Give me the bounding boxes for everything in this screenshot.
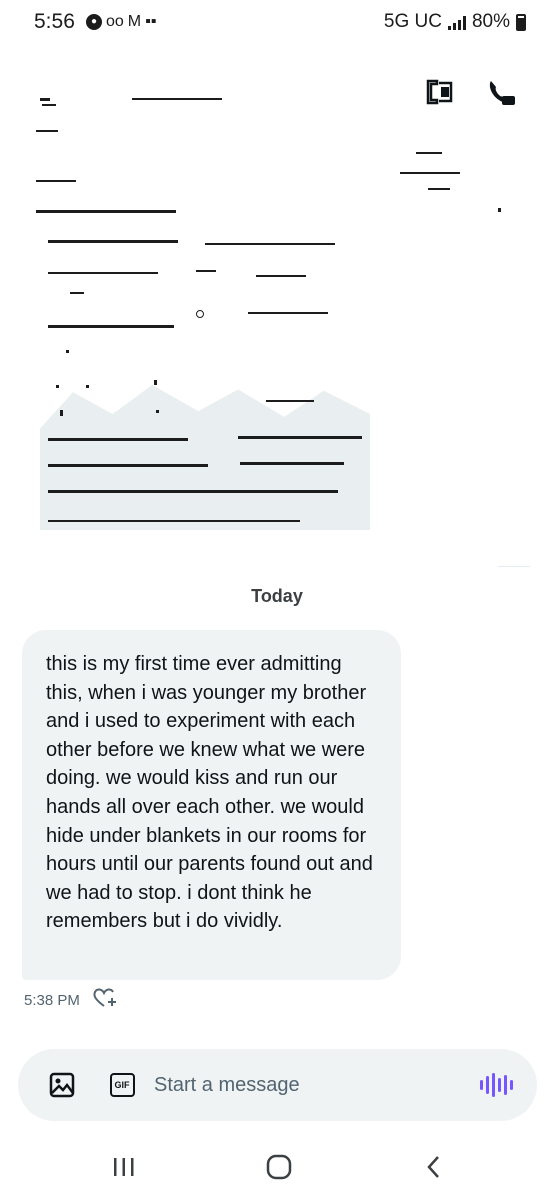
gmail-icon: M bbox=[127, 13, 142, 30]
status-bar: 5:56 ● oo M ▪▪ 5G UC 80% bbox=[0, 0, 554, 46]
message-meta: 5:38 PM bbox=[24, 987, 118, 1014]
status-time: 5:56 bbox=[34, 10, 75, 33]
battery-percent: 80% bbox=[471, 11, 510, 32]
notification-icons: ● oo M ▪▪ bbox=[86, 12, 156, 32]
more-apps-icon: ▪▪ bbox=[145, 13, 157, 30]
app-notification-icon: ● bbox=[86, 14, 102, 30]
home-button[interactable] bbox=[259, 1152, 299, 1182]
voicemail-icon: oo bbox=[106, 13, 124, 30]
message-bubble[interactable]: this is my first time ever admitting thi… bbox=[22, 630, 401, 980]
message-composer: GIF bbox=[18, 1049, 537, 1121]
signal-icon bbox=[447, 14, 466, 30]
message-time: 5:38 PM bbox=[24, 992, 80, 1009]
redaction-shape bbox=[40, 385, 370, 530]
system-nav-bar bbox=[0, 1130, 554, 1200]
gif-label: GIF bbox=[109, 1073, 135, 1097]
voice-message-icon[interactable] bbox=[480, 1071, 513, 1099]
message-text: this is my first time ever admitting thi… bbox=[46, 653, 373, 933]
image-icon[interactable] bbox=[48, 1071, 76, 1099]
date-separator: Today bbox=[251, 586, 303, 606]
recent-apps-button[interactable] bbox=[104, 1152, 144, 1182]
message-input[interactable] bbox=[154, 1069, 454, 1101]
battery-icon bbox=[516, 13, 526, 31]
divider bbox=[498, 566, 530, 567]
status-right: 5G UC 80% bbox=[384, 11, 526, 33]
gif-icon[interactable]: GIF bbox=[108, 1071, 136, 1099]
network-type: 5G UC bbox=[383, 11, 442, 32]
redacted-content bbox=[0, 60, 554, 530]
add-reaction-icon[interactable] bbox=[92, 987, 118, 1014]
back-button[interactable] bbox=[414, 1152, 454, 1182]
